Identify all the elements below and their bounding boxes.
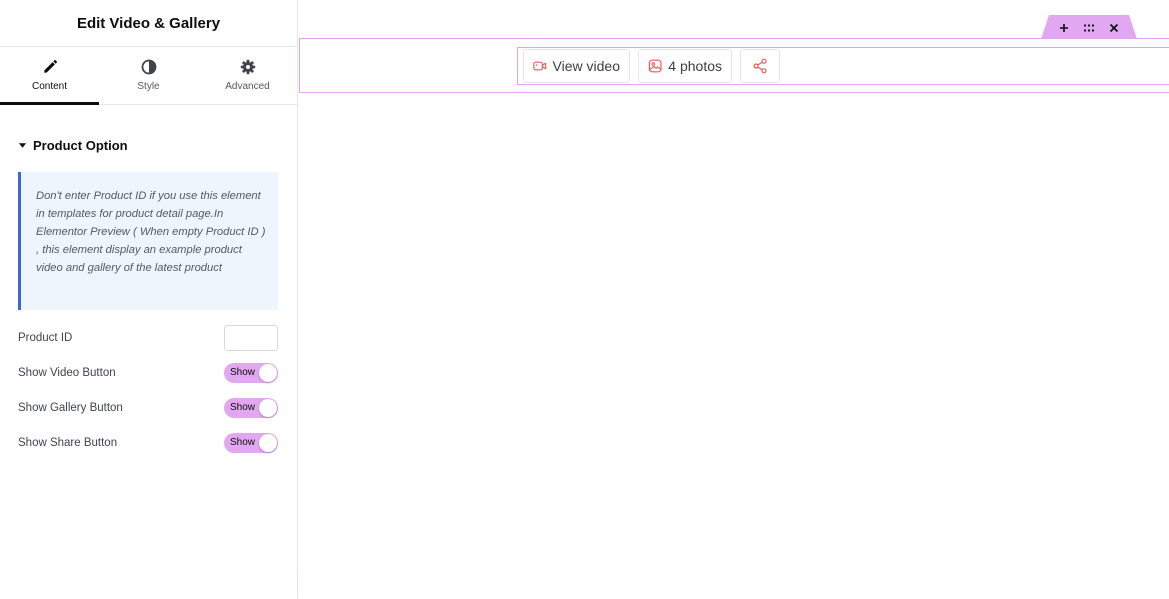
- tab-label: Content: [31, 81, 68, 92]
- share-button[interactable]: [740, 49, 780, 83]
- show-share-field: Show Share Button Show: [18, 430, 278, 456]
- product-id-field: Product ID: [18, 325, 278, 351]
- tab-label: Style: [137, 81, 160, 92]
- view-photos-button[interactable]: 4 photos: [638, 49, 732, 83]
- tab-style[interactable]: Style: [99, 47, 198, 104]
- plus-icon[interactable]: [1057, 21, 1071, 35]
- tab-label: Advanced: [225, 81, 270, 92]
- editor-panel: Edit Video & Gallery Content Style Advan…: [0, 0, 298, 599]
- half-circle-icon: [141, 59, 156, 75]
- toggle-knob: [259, 364, 277, 382]
- field-label: Show Gallery Button: [18, 402, 123, 414]
- pencil-icon: [43, 60, 57, 73]
- tab-content[interactable]: Content: [0, 47, 99, 105]
- button-label: View video: [552, 58, 620, 74]
- view-video-button[interactable]: View video: [523, 49, 630, 83]
- notice-text: Don't enter Product ID if you use this e…: [36, 190, 266, 274]
- show-gallery-field: Show Gallery Button Show: [18, 395, 278, 421]
- panel-header: Edit Video & Gallery: [0, 0, 297, 47]
- panel-title: Edit Video & Gallery: [76, 14, 221, 32]
- video-camera-icon: [533, 61, 547, 71]
- show-video-field: Show Video Button Show: [18, 360, 278, 386]
- field-label: Show Video Button: [18, 367, 116, 379]
- toggle-state: Show: [230, 367, 256, 378]
- toggle-state: Show: [230, 437, 256, 448]
- section-toggle[interactable]: Product Option: [18, 137, 277, 153]
- caret-down-icon: [18, 142, 27, 148]
- show-video-toggle[interactable]: Show: [224, 363, 278, 383]
- gear-icon: [240, 59, 255, 75]
- show-share-toggle[interactable]: Show: [224, 433, 278, 453]
- image-icon: [648, 59, 662, 73]
- share-icon: [753, 58, 767, 74]
- field-label: Show Share Button: [18, 437, 118, 449]
- drag-grid-icon[interactable]: [1082, 21, 1096, 35]
- toggle-knob: [259, 399, 277, 417]
- panel-tabs: Content Style Advanced: [0, 47, 297, 105]
- product-id-input[interactable]: [224, 325, 278, 351]
- section-handle: [1041, 15, 1137, 39]
- preview-canvas: View video 4 photos: [299, 0, 1169, 599]
- handle-icons: [1041, 15, 1137, 39]
- section-title: Product Option: [33, 137, 128, 153]
- tab-advanced[interactable]: Advanced: [198, 47, 297, 104]
- product-option-section: Product Option Don't enter Product ID if…: [0, 137, 297, 456]
- toggle-state: Show: [230, 402, 256, 413]
- info-notice: Don't enter Product ID if you use this e…: [18, 172, 278, 310]
- button-label: 4 photos: [668, 58, 722, 74]
- show-gallery-toggle[interactable]: Show: [224, 398, 278, 418]
- close-icon[interactable]: [1107, 21, 1121, 35]
- editor-app: Edit Video & Gallery Content Style Advan…: [0, 0, 1169, 599]
- toggle-knob: [259, 434, 277, 452]
- field-label: Product ID: [18, 332, 73, 344]
